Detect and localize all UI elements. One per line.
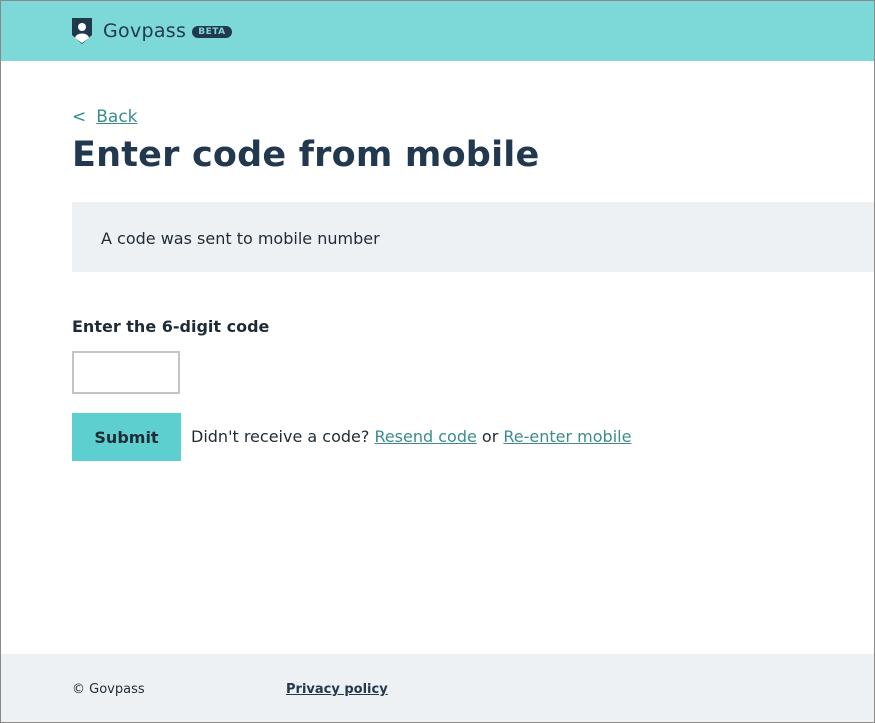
resend-code-link[interactable]: Resend code [374, 427, 476, 446]
brand-name: Govpass [103, 20, 187, 42]
or-text: or [481, 427, 499, 446]
privacy-policy-link[interactable]: Privacy policy [286, 682, 388, 697]
back-link[interactable]: Back [96, 107, 137, 127]
site-header: Govpass BETA [1, 1, 874, 61]
code-field-label: Enter the 6-digit code [72, 317, 270, 336]
govpass-logo[interactable]: Govpass BETA [71, 16, 232, 46]
copyright-text: © Govpass [72, 682, 145, 697]
reenter-mobile-link[interactable]: Re-enter mobile [503, 427, 631, 446]
page-title: Enter code from mobile [72, 135, 540, 175]
code-input[interactable] [72, 351, 180, 394]
shield-person-icon [72, 18, 92, 44]
info-notice: A code was sent to mobile number [72, 202, 874, 272]
notice-text: A code was sent to mobile number [101, 229, 380, 248]
back-link-row: < Back [72, 107, 138, 127]
resend-text: Didn't receive a code? Resend code or Re… [191, 427, 631, 446]
submit-button[interactable]: Submit [72, 413, 181, 461]
chevron-left-icon: < [72, 107, 87, 127]
site-footer: © Govpass Privacy policy [1, 654, 874, 722]
page-frame: Govpass BETA < Back Enter code from mobi… [0, 0, 875, 723]
beta-badge: BETA [192, 26, 232, 38]
resend-prefix: Didn't receive a code? [191, 427, 370, 446]
